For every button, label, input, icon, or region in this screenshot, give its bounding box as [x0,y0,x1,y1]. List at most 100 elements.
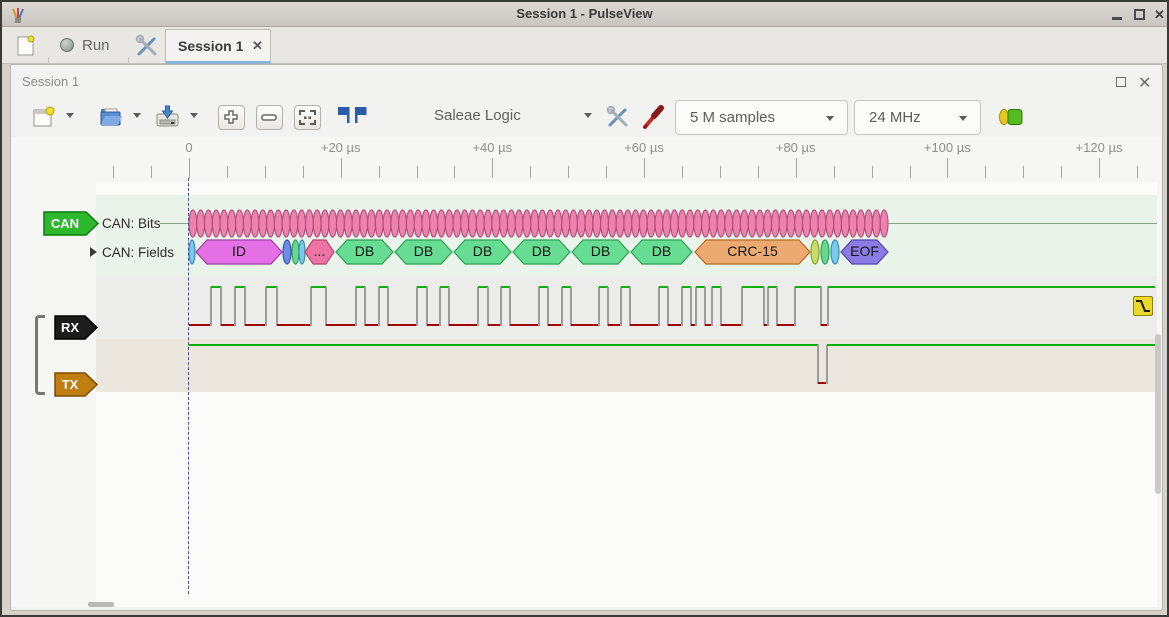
channel-tag-rx-label: RX [55,320,85,335]
tab-close-icon[interactable]: ✕ [252,38,263,54]
ruler-major-tick [1099,158,1100,178]
title-bar[interactable]: Session 1 - PulseView ✕ [2,2,1167,27]
zoom-in-button[interactable] [218,105,245,130]
zoom-fit-icon [295,106,320,129]
rx-row-background [96,276,1157,339]
ruler-minor-tick [530,166,531,178]
ruler-minor-tick [379,166,380,178]
ruler-minor-tick [227,166,228,178]
trigger-marker-badge[interactable] [1133,296,1153,316]
close-icon[interactable]: ✕ [1154,9,1168,21]
expand-arrow-icon[interactable] [90,247,97,257]
ruler-time-label: 0 [185,140,192,155]
ruler-minor-tick [151,166,152,178]
ruler-major-tick [189,158,190,178]
sample-rate-select[interactable]: 24 MHz [854,100,981,135]
ruler-minor-tick [1023,166,1024,178]
minimize-icon[interactable] [1112,9,1122,20]
ruler-minor-tick [910,166,911,178]
run-state-icon [60,38,74,52]
window-title: Session 1 - PulseView [2,6,1167,21]
device-select-value[interactable]: Saleae Logic [434,107,521,124]
zoom-out-button[interactable] [256,105,283,130]
tab-session-1[interactable]: Session 1 ✕ [165,29,271,64]
ruler-minor-tick [872,166,873,178]
run-button-label: Run [82,37,110,54]
ruler-major-tick [644,158,645,178]
channel-group-bracket[interactable] [35,315,45,395]
time-ruler[interactable]: 0+20 µs+40 µs+60 µs+80 µs+100 µs+120 µs [11,137,1162,182]
ruler-minor-tick [303,166,304,178]
decoder-bits-row-label: CAN: Bits [102,216,161,231]
ruler-major-tick [947,158,948,178]
ruler-time-label: +20 µs [321,140,361,155]
new-session-icon [30,104,58,131]
bits-row-baseline [880,223,1157,224]
add-decoder-button[interactable] [997,106,1025,128]
zoom-fit-button[interactable] [294,105,321,130]
show-cursors-button[interactable] [337,106,369,128]
cursor-flags-icon [337,106,369,128]
new-session-dropdown-arrow[interactable] [66,113,74,118]
decoder-row-background [96,195,1157,276]
tools-icon [134,33,160,59]
ruler-time-label: +60 µs [624,140,664,155]
open-dropdown-arrow[interactable] [133,113,141,118]
expand-arrow-icon[interactable] [90,218,97,228]
save-icon [154,104,182,131]
ruler-time-label: +40 µs [472,140,512,155]
document-icon [11,33,41,59]
ruler-minor-tick [568,166,569,178]
ruler-minor-tick [606,166,607,178]
sample-count-select[interactable]: 5 M samples [675,100,848,135]
panel-float-icon[interactable] [1116,77,1126,87]
horizontal-scrollbar-thumb[interactable] [88,602,114,607]
ruler-minor-tick [113,166,114,178]
ruler-minor-tick [720,166,721,178]
ruler-minor-tick [758,166,759,178]
main-toolbar: Run Session 1 ✕ [2,27,1167,64]
ruler-minor-tick [265,166,266,178]
open-button[interactable] [97,104,125,131]
new-session-button[interactable] [30,104,58,131]
tx-row-background [96,339,1157,392]
settings-button[interactable] [134,33,160,59]
save-dropdown-arrow[interactable] [190,113,198,118]
zoom-out-icon [257,106,282,129]
device-dropdown-arrow[interactable] [584,113,592,118]
trace-view[interactable]: 0+20 µs+40 µs+60 µs+80 µs+100 µs+120 µs … [11,137,1162,607]
panel-header-label: Session 1 [22,74,79,89]
new-view-button[interactable] [11,33,41,59]
ruler-major-tick [796,158,797,178]
probe-icon [640,103,666,131]
sample-rate-arrow [959,116,967,121]
panel-close-icon[interactable]: ✕ [1138,73,1151,93]
pulseview-window: Session 1 - PulseView ✕ Run Session 1 [0,0,1169,617]
run-button[interactable]: Run [56,33,122,59]
ruler-time-label: +80 µs [776,140,816,155]
ruler-major-tick [492,158,493,178]
ruler-minor-tick [985,166,986,178]
ruler-minor-tick [1137,166,1138,178]
save-button[interactable] [154,104,182,131]
zoom-in-icon [219,106,244,129]
ruler-minor-tick [454,166,455,178]
maximize-icon[interactable] [1134,9,1145,20]
sample-count-arrow [826,116,834,121]
bits-row-leader-line [160,223,188,224]
channel-tag-rx[interactable] [55,316,97,339]
channel-tag-tx[interactable] [55,373,97,396]
ruler-minor-tick [1061,166,1062,178]
decoder-icon [997,106,1025,128]
tab-label: Session 1 [178,38,243,54]
ruler-minor-tick [417,166,418,178]
channels-button[interactable] [640,103,666,131]
time-cursor[interactable] [188,178,189,594]
session-toolbar: Saleae Logic 5 M samples 24 MHz [11,98,1162,137]
decoder-fields-row-label: CAN: Fields [102,245,174,260]
vertical-scrollbar-thumb[interactable] [1155,334,1161,494]
device-config-button[interactable] [605,104,631,130]
device-tools-icon [605,104,631,130]
ruler-time-label: +120 µs [1076,140,1123,155]
sample-count-value: 5 M samples [676,101,847,134]
